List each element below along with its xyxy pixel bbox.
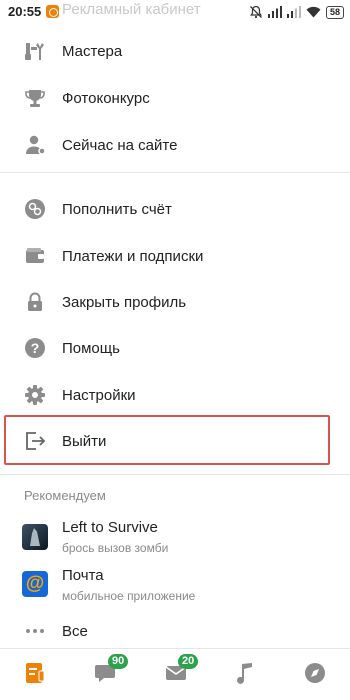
divider xyxy=(0,172,350,173)
menu-item-label: Сейчас на сайте xyxy=(62,136,178,154)
menu-item-label: Закрыть профиль xyxy=(62,293,187,311)
menu-item-masters[interactable]: Мастера xyxy=(0,28,350,74)
tools-icon xyxy=(24,40,46,62)
menu-item-label: Пополнить счёт xyxy=(62,200,172,218)
battery-level: 58 xyxy=(325,5,344,19)
bottom-nav: 90 20 xyxy=(0,648,350,700)
menu-item-label: Все xyxy=(62,622,88,640)
menu-item-close-profile[interactable]: Закрыть профиль xyxy=(0,279,350,325)
nav-messages[interactable]: 20 xyxy=(156,654,199,689)
more-dots-icon xyxy=(24,620,46,642)
nav-music[interactable] xyxy=(226,659,266,689)
faded-header-title: Рекламный кабинет xyxy=(62,1,201,18)
menu-item-label: Платежи и подписки xyxy=(62,247,204,265)
compass-icon xyxy=(305,663,325,683)
status-icons: 58 xyxy=(249,4,344,20)
feed-icon xyxy=(26,663,45,683)
nav-discover[interactable] xyxy=(296,659,336,689)
recommend-section-title: Рекомендуем xyxy=(24,488,106,503)
gear-icon xyxy=(24,384,46,406)
nav-discussions[interactable]: 90 xyxy=(86,654,129,689)
status-time: 20:55 xyxy=(8,4,42,19)
app-subtitle: брось вызов зомби xyxy=(62,541,169,555)
menu-item-label: Фотоконкурс xyxy=(62,89,150,107)
ok-notification-icon xyxy=(46,5,59,18)
menu-item-settings[interactable]: Настройки xyxy=(0,372,350,418)
menu-item-help[interactable]: ? Помощь xyxy=(0,325,350,371)
signal-icon xyxy=(267,6,282,18)
menu-item-label: Настройки xyxy=(62,386,136,404)
trophy-icon xyxy=(24,87,46,109)
divider xyxy=(0,474,350,475)
signal-icon-2 xyxy=(286,6,301,18)
wifi-icon xyxy=(306,6,321,18)
messages-badge: 20 xyxy=(178,654,199,669)
recommended-app-left-to-survive[interactable]: Left to Survive брось вызов зомби xyxy=(0,514,350,560)
menu-item-label: Мастера xyxy=(62,42,123,60)
menu-item-label: Помощь xyxy=(62,339,120,357)
wallet-icon xyxy=(24,245,46,267)
menu-item-top-up[interactable]: Пополнить счёт xyxy=(0,186,350,232)
mail-app-icon: @ xyxy=(22,571,48,597)
menu-item-payments[interactable]: Платежи и подписки xyxy=(0,233,350,279)
nav-feed[interactable] xyxy=(16,659,56,689)
help-icon: ? xyxy=(24,337,46,359)
svg-text:?: ? xyxy=(31,340,40,356)
menu-item-photo-contest[interactable]: Фотоконкурс xyxy=(0,75,350,121)
menu-item-online-now[interactable]: Сейчас на сайте xyxy=(0,122,350,168)
logout-highlight-frame xyxy=(4,415,330,465)
coins-icon xyxy=(24,198,46,220)
recommended-app-mail[interactable]: @ Почта мобильное приложение xyxy=(0,562,350,608)
person-online-icon xyxy=(24,134,46,156)
app-name: Left to Survive xyxy=(62,519,158,536)
bell-muted-icon xyxy=(250,5,262,19)
discussions-badge: 90 xyxy=(108,654,129,669)
app-name: Почта xyxy=(62,567,104,584)
music-note-icon xyxy=(237,663,252,684)
app-subtitle: мобильное приложение xyxy=(62,589,196,603)
game-app-icon xyxy=(22,524,48,550)
lock-icon xyxy=(24,291,46,313)
status-bar: Рекламный кабинет 20:55 58 xyxy=(0,0,350,24)
